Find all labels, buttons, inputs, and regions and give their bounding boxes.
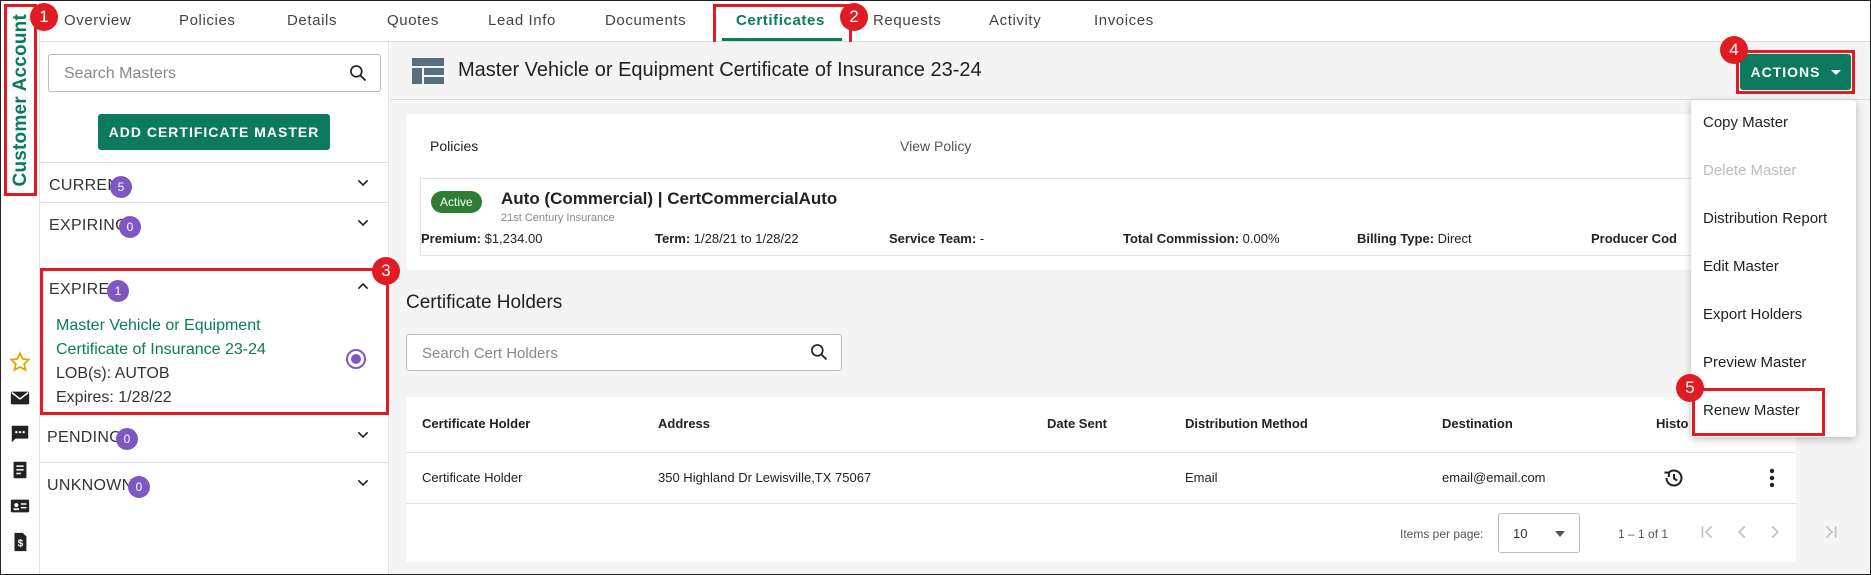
callout-3: 3 — [372, 257, 400, 285]
callout-1: 1 — [30, 3, 58, 31]
menu-item-copy-master[interactable]: Copy Master — [1703, 114, 1788, 131]
actions-menu: Copy Master Delete Master Distribution R… — [1691, 100, 1856, 437]
screenshot-border — [0, 0, 1871, 575]
menu-item-delete-master[interactable]: Delete Master — [1703, 162, 1796, 179]
menu-item-distribution-report[interactable]: Distribution Report — [1703, 210, 1827, 227]
menu-item-export-holders[interactable]: Export Holders — [1703, 306, 1802, 323]
callout-5: 5 — [1676, 374, 1704, 402]
renew-master-highlight — [1692, 388, 1825, 436]
menu-item-edit-master[interactable]: Edit Master — [1703, 258, 1779, 275]
callout-4: 4 — [1720, 36, 1748, 64]
callout-2: 2 — [840, 3, 868, 31]
menu-item-preview-master[interactable]: Preview Master — [1703, 354, 1806, 371]
